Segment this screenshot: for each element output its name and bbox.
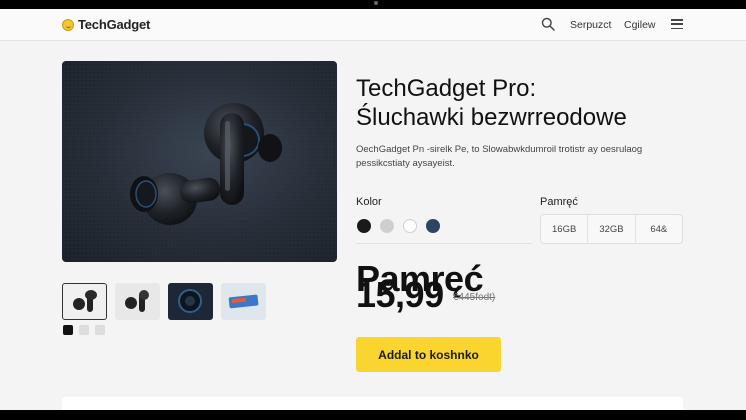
top-bar [0, 0, 746, 9]
memory-option-16gb[interactable]: 16GB [541, 215, 589, 243]
bottom-bar [0, 410, 746, 420]
thumbnail-product-box[interactable] [221, 283, 266, 320]
menu-icon[interactable] [671, 19, 683, 30]
camera-dot [374, 1, 378, 5]
dark-mini-icon[interactable] [63, 325, 73, 335]
product-title-line2: Śluchawki bezwrreodowe [356, 104, 627, 131]
product-title: TechGadget Pro: Śluchawki bezwrreodowe [356, 74, 716, 132]
thumbnail-case-dark[interactable] [168, 283, 213, 320]
thumbnail-earbuds-pair[interactable] [115, 283, 160, 320]
logo-icon [62, 18, 74, 31]
case-thumb-icon [178, 289, 202, 313]
nav-link-serpuzct[interactable]: Serpuzct [570, 19, 611, 31]
add-to-cart-button[interactable]: Addal to koshnko [356, 337, 501, 372]
site-header: TechGadget Serpuzct Cgilew [0, 9, 746, 41]
light-mini-icon[interactable] [79, 325, 89, 335]
thumbnail-earbuds-front[interactable] [62, 283, 107, 320]
memory-label: Pamręć [540, 196, 578, 208]
color-swatches [357, 219, 440, 233]
product-description: OechGadget Pn -sirelk Pe, to Slowabwkdum… [356, 144, 643, 169]
mini-icon-row [63, 325, 105, 335]
earbuds-pair-thumb-icon [125, 290, 149, 312]
earbuds-image [62, 61, 337, 262]
thumbnail-strip [62, 283, 266, 320]
bottom-section [62, 397, 683, 410]
color-swatch-navy[interactable] [426, 219, 440, 233]
color-swatch-gray[interactable] [380, 219, 394, 233]
light-mini-icon[interactable] [95, 325, 105, 335]
product-title-line1: TechGadget Pro: [356, 75, 537, 102]
nav-link-cgilew[interactable]: Cgilew [624, 19, 656, 31]
viewport: TechGadget Serpuzct Cgilew TechGadget Pr… [0, 9, 746, 410]
color-swatch-black[interactable] [357, 219, 371, 233]
color-label: Kolor [356, 196, 382, 208]
box-thumb-icon [228, 294, 259, 309]
product-main-image [62, 61, 337, 262]
memory-option-32gb[interactable]: 32GB [588, 215, 636, 243]
old-price: €445fodt) [453, 292, 496, 303]
earbuds-thumb-icon [73, 290, 97, 312]
search-icon[interactable] [541, 17, 555, 31]
memory-options: 16GB 32GB 64& [540, 214, 683, 244]
divider [356, 243, 532, 244]
memory-option-64gb[interactable]: 64& [636, 215, 682, 243]
logo[interactable]: TechGadget [62, 17, 150, 32]
color-swatch-white[interactable] [403, 219, 417, 233]
logo-text: TechGadget [78, 17, 151, 32]
price: 15,99 [356, 274, 444, 315]
